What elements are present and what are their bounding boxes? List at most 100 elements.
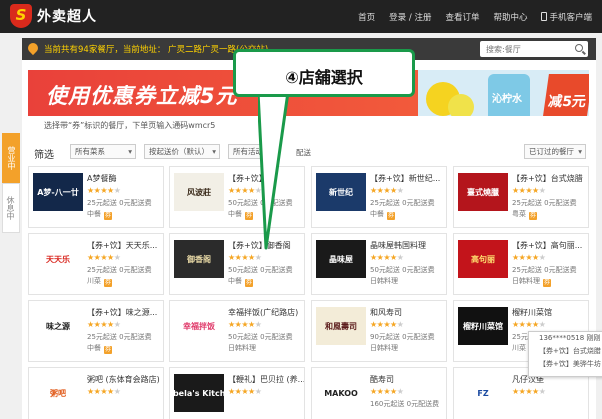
restaurant-logo[interactable]: 臺式燒臘 [458, 173, 508, 211]
restaurant-name[interactable]: 晶味屋韩国料理 [370, 240, 446, 251]
restaurant-card[interactable]: Babela's Kitchen 【鞭礼】巴贝拉 (养... ★★★★★ [169, 367, 305, 419]
restaurant-logo[interactable]: 新世纪 [316, 173, 366, 211]
restaurant-logo[interactable]: 高句丽 [458, 240, 508, 278]
restaurant-logo[interactable]: A梦-八一廿 [33, 173, 83, 211]
restaurant-card[interactable]: A梦-八一廿 A梦餐酶 ★★★★★ 25元起送 0元配送费 中餐券 [28, 166, 164, 228]
banner-subtitle: 选择带“券”标识的餐厅，下单页输入通码wmcr5 [44, 121, 216, 130]
restaurant-logo[interactable]: 和風壽司 [316, 307, 366, 345]
rating-stars: ★★★★★ [228, 320, 262, 329]
restaurant-name[interactable]: 粥吧 (东体育会路店) [87, 374, 163, 385]
cuisine-label: 日韩料理 [370, 277, 398, 285]
rating-stars: ★★★★★ [228, 186, 262, 195]
delivery-fee: 0元配送费 [119, 199, 152, 207]
delivery-info: 50元起送 0元配送费 [228, 265, 293, 275]
rating-stars: ★★★★★ [370, 186, 404, 195]
top-navigation-bar: S 外卖超人 首页 登录 / 注册 查看订单 帮助中心 手机客户端 [0, 0, 602, 33]
restaurant-search [480, 41, 588, 57]
restaurant-logo[interactable]: 幸福拌饭 [174, 307, 224, 345]
rating-stars: ★★★★★ [87, 320, 121, 329]
search-input[interactable] [480, 41, 570, 57]
delivery-info: 90元起送 0元配送费 [370, 332, 435, 342]
logo-text: 外卖超人 [37, 9, 97, 25]
cuisine-category: 日韩料理 [370, 343, 398, 353]
restaurant-name[interactable]: 【券+饮】台式烧腊 [512, 173, 588, 184]
cuisine-category: 中餐券 [370, 209, 395, 220]
restaurant-card[interactable]: 新世纪 【券+饮】新世纪... ★★★★★ 25元起送 0元配送费 中餐券 [311, 166, 447, 228]
site-logo[interactable]: S 外卖超人 [10, 4, 97, 28]
sort-select[interactable]: 按起送价（默认） [144, 144, 220, 159]
nav-login-link[interactable]: 登录 / 注册 [389, 11, 431, 23]
main-nav: 首页 登录 / 注册 查看订单 帮助中心 手机客户端 [344, 0, 592, 33]
delivery-fee: 0元配送费 [406, 400, 440, 408]
delivery-info: 50元起送 0元配送费 [228, 332, 293, 342]
banner-subtitle-strip: 选择带“券”标识的餐厅，下单页输入通码wmcr5 [28, 116, 589, 138]
restaurant-logo[interactable]: 榴籽川菜馆 [458, 307, 508, 345]
min-order: 50元起送 [228, 333, 258, 341]
restaurant-name[interactable]: 幸福拌饭(广纪路店) [228, 307, 304, 318]
cuisine-category: 中餐券 [87, 209, 112, 220]
coupon-badge-icon: 券 [245, 279, 253, 287]
filter-label: 筛选 [34, 150, 54, 161]
restaurant-name[interactable]: 和风寿司 [370, 307, 446, 318]
restaurant-name[interactable]: 【券+饮】高句丽... [512, 240, 588, 251]
rating-stars: ★★★★★ [228, 387, 262, 396]
cuisine-select[interactable]: 所有菜系 [70, 144, 136, 159]
delivery-fee: 0元配送费 [402, 333, 435, 341]
min-order: 25元起送 [87, 333, 117, 341]
delivery-fee: 0元配送费 [119, 333, 152, 341]
restaurant-card[interactable]: 和風壽司 和风寿司 ★★★★★ 90元起送 0元配送费 日韩料理 [311, 300, 447, 362]
restaurant-logo[interactable]: 粥吧 [33, 374, 83, 412]
restaurant-card[interactable]: 幸福拌饭 幸福拌饭(广纪路店) ★★★★★ 50元起送 0元配送费 日韩料理 [169, 300, 305, 362]
nav-help-link[interactable]: 帮助中心 [493, 11, 527, 23]
min-order: 50元起送 [228, 266, 258, 274]
coupon-badge-icon: 券 [104, 212, 112, 220]
restaurant-logo[interactable]: 风波莊 [174, 173, 224, 211]
nav-mobile-app-link[interactable]: 手机客户端 [541, 11, 592, 23]
restaurant-card[interactable]: 粥吧 粥吧 (东体育会路店) ★★★★★ [28, 367, 164, 419]
cuisine-category: 日韩料理 [370, 276, 398, 286]
side-tab-open[interactable]: 营业中 [2, 133, 20, 183]
min-order: 50元起送 [370, 266, 400, 274]
restaurant-name[interactable]: A梦餐酶 [87, 173, 163, 184]
restaurant-name[interactable]: 【鞭礼】巴贝拉 (养... [228, 374, 304, 385]
ordered-before-select[interactable]: 已订过的餐厅 [524, 144, 586, 159]
restaurant-logo[interactable]: Babela's Kitchen [174, 374, 224, 412]
cuisine-label: 中餐 [370, 210, 384, 218]
restaurant-logo[interactable]: 晶味屋 [316, 240, 366, 278]
restaurant-name[interactable]: 【券+饮】新世纪... [370, 173, 446, 184]
popup-line: 【券+饮】美骅牛坊 [539, 360, 601, 368]
rating-stars: ★★★★★ [370, 253, 404, 262]
restaurant-card[interactable]: 臺式燒臘 【券+饮】台式烧腊 ★★★★★ 25元起送 0元配送费 粤菜券 [453, 166, 589, 228]
restaurant-name[interactable]: 【券+饮】天天乐... [87, 240, 163, 251]
rating-stars: ★★★★★ [370, 320, 404, 329]
rating-stars: ★★★★★ [512, 387, 546, 396]
search-icon[interactable] [575, 44, 583, 52]
restaurant-card[interactable]: 味之源 【券+饮】味之源... ★★★★★ 25元起送 0元配送费 中餐券 [28, 300, 164, 362]
nav-home-link[interactable]: 首页 [358, 11, 375, 23]
restaurant-logo[interactable]: FZ [458, 374, 508, 412]
side-tab-closed[interactable]: 休息中 [2, 183, 20, 233]
restaurant-card[interactable]: 高句丽 【券+饮】高句丽... ★★★★★ 25元起送 0元配送费 日韩料理券 [453, 233, 589, 295]
nav-orders-link[interactable]: 查看订单 [445, 11, 479, 23]
min-order: 90元起送 [370, 333, 400, 341]
cuisine-label: 粤菜 [512, 210, 526, 218]
restaurant-card[interactable]: MAKOO 酷寿司 ★★★★★ 160元起送 0元配送费 [311, 367, 447, 419]
restaurant-card[interactable]: 晶味屋 晶味屋韩国料理 ★★★★★ 50元起送 0元配送费 日韩料理 [311, 233, 447, 295]
delivery-fee: 0元配送费 [402, 266, 435, 274]
location-pin-icon [25, 40, 41, 56]
restaurant-name[interactable]: 【券+饮】味之源... [87, 307, 163, 318]
restaurant-logo[interactable]: 味之源 [33, 307, 83, 345]
cuisine-category: 中餐券 [228, 209, 253, 220]
drink-name: 沁柠水 [492, 94, 522, 105]
restaurant-logo[interactable]: MAKOO [316, 374, 366, 412]
delivery-fee: 0元配送费 [402, 199, 435, 207]
filter-bar: 筛选 所有菜系 按起送价（默认） 所有活动 配送 已订过的餐厅 [28, 142, 589, 162]
restaurant-name[interactable]: 榴籽川菜馆 [512, 307, 588, 318]
rating-stars: ★★★★★ [87, 253, 121, 262]
restaurant-logo[interactable]: 御香阁 [174, 240, 224, 278]
restaurant-name[interactable]: 酷寿司 [370, 374, 446, 385]
restaurant-logo[interactable]: 天天乐 [33, 240, 83, 278]
delivery-info: 160元起送 0元配送费 [370, 399, 439, 409]
restaurant-card[interactable]: 天天乐 【券+饮】天天乐... ★★★★★ 25元起送 0元配送费 川菜券 [28, 233, 164, 295]
delivery-info: 50元起送 0元配送费 [370, 265, 435, 275]
